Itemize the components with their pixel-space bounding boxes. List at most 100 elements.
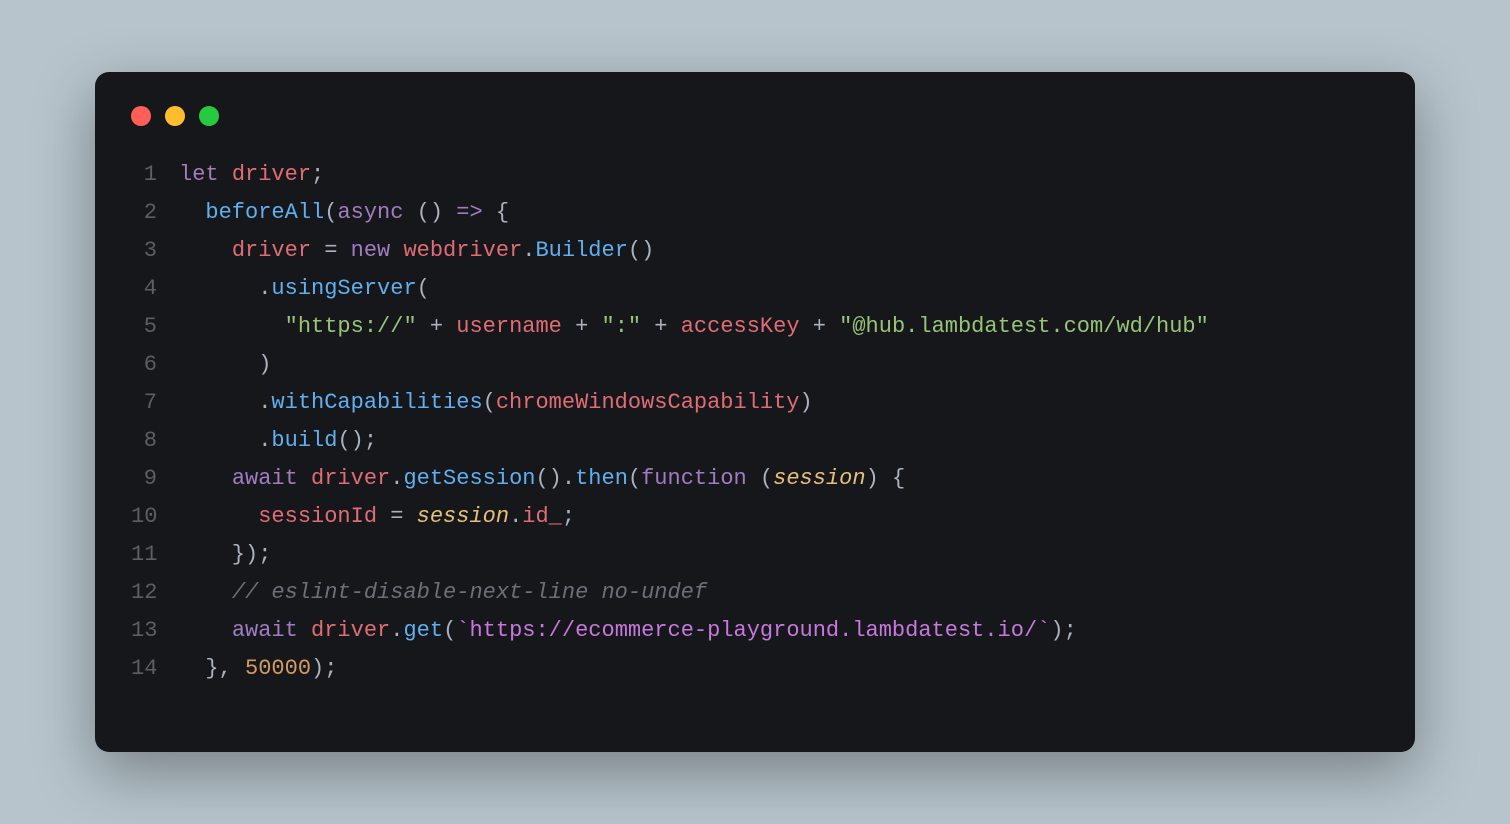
line-content[interactable]: driver = new webdriver.Builder() [179,232,654,270]
line-number: 12 [131,574,179,612]
code-line[interactable]: 3 driver = new webdriver.Builder() [131,232,1379,270]
token-punc [179,618,232,643]
token-fn: then [575,466,628,491]
token-punc: ; [562,504,575,529]
token-punc: = [311,238,351,263]
line-number: 1 [131,156,179,194]
token-id: accessKey [681,314,800,339]
token-tmpl: `https://ecommerce-playground.lambdatest… [456,618,1050,643]
token-punc: ) { [866,466,906,491]
token-param: session [773,466,865,491]
code-line[interactable]: 7 .withCapabilities(chromeWindowsCapabil… [131,384,1379,422]
line-number: 10 [131,498,179,536]
token-punc: ( [417,276,430,301]
token-punc: + [562,314,602,339]
token-fn: getSession [403,466,535,491]
token-id: sessionId [258,504,377,529]
token-kw: let [179,162,232,187]
code-line[interactable]: 11 }); [131,536,1379,574]
token-id: webdriver [403,238,522,263]
line-number: 13 [131,612,179,650]
line-number: 5 [131,308,179,346]
minimize-icon[interactable] [165,106,185,126]
token-punc [179,504,258,529]
token-punc: + [800,314,840,339]
token-punc: ( [443,618,456,643]
token-punc: + [641,314,681,339]
code-editor[interactable]: 1let driver;2 beforeAll(async () => {3 d… [131,156,1379,688]
token-fn: get [403,618,443,643]
token-punc [179,314,285,339]
zoom-icon[interactable] [199,106,219,126]
token-punc [298,618,311,643]
token-punc [390,238,403,263]
close-icon[interactable] [131,106,151,126]
token-id: driver [232,238,311,263]
code-line[interactable]: 8 .build(); [131,422,1379,460]
line-content[interactable]: }, 50000); [179,650,337,688]
line-content[interactable]: await driver.getSession().then(function … [179,460,905,498]
token-kw: await [232,618,298,643]
token-punc: . [179,276,271,301]
token-kw: await [232,466,298,491]
token-kw: new [351,238,391,263]
line-content[interactable]: beforeAll(async () => { [179,194,509,232]
token-punc: ( [324,200,337,225]
token-fn: build [271,428,337,453]
token-punc: { [483,200,509,225]
line-number: 4 [131,270,179,308]
line-content[interactable]: .usingServer( [179,270,430,308]
code-line[interactable]: 13 await driver.get(`https://ecommerce-p… [131,612,1379,650]
line-number: 2 [131,194,179,232]
token-punc: ); [1050,618,1076,643]
line-content[interactable]: await driver.get(`https://ecommerce-play… [179,612,1077,650]
token-num: 50000 [245,656,311,681]
token-punc: . [522,238,535,263]
token-punc: ( [483,390,496,415]
code-line[interactable]: 14 }, 50000); [131,650,1379,688]
line-content[interactable]: ) [179,346,271,384]
token-punc: ; [311,162,324,187]
token-kw: function [641,466,747,491]
code-line[interactable]: 2 beforeAll(async () => { [131,194,1379,232]
token-str: "@hub.lambdatest.com/wd/hub" [839,314,1209,339]
line-number: 8 [131,422,179,460]
code-line[interactable]: 6 ) [131,346,1379,384]
token-punc: . [390,618,403,643]
token-punc: ( [747,466,773,491]
token-fn: usingServer [271,276,416,301]
token-kw: => [456,200,482,225]
token-id: driver [311,618,390,643]
token-punc [179,238,232,263]
token-cmt: // eslint-disable-next-line no-undef [232,580,707,605]
token-punc: }, [179,656,245,681]
token-punc: }); [179,542,271,567]
line-content[interactable]: "https://" + username + ":" + accessKey … [179,308,1209,346]
token-punc: = [377,504,417,529]
token-id: username [456,314,562,339]
token-str: "https://" [285,314,417,339]
line-number: 7 [131,384,179,422]
line-content[interactable]: sessionId = session.id_; [179,498,575,536]
code-line[interactable]: 10 sessionId = session.id_; [131,498,1379,536]
code-line[interactable]: 1let driver; [131,156,1379,194]
line-content[interactable]: // eslint-disable-next-line no-undef [179,574,707,612]
token-punc [179,580,232,605]
token-param: session [417,504,509,529]
token-id: id_ [522,504,562,529]
line-content[interactable]: let driver; [179,156,324,194]
token-punc [179,200,205,225]
token-fn: withCapabilities [271,390,482,415]
line-content[interactable]: .build(); [179,422,377,460]
token-punc: ); [311,656,337,681]
token-punc [298,466,311,491]
token-punc: . [179,390,271,415]
line-content[interactable]: .withCapabilities(chromeWindowsCapabilit… [179,384,813,422]
code-line[interactable]: 12 // eslint-disable-next-line no-undef [131,574,1379,612]
line-content[interactable]: }); [179,536,271,574]
code-line[interactable]: 9 await driver.getSession().then(functio… [131,460,1379,498]
code-line[interactable]: 4 .usingServer( [131,270,1379,308]
code-line[interactable]: 5 "https://" + username + ":" + accessKe… [131,308,1379,346]
token-punc: (); [337,428,377,453]
line-number: 3 [131,232,179,270]
